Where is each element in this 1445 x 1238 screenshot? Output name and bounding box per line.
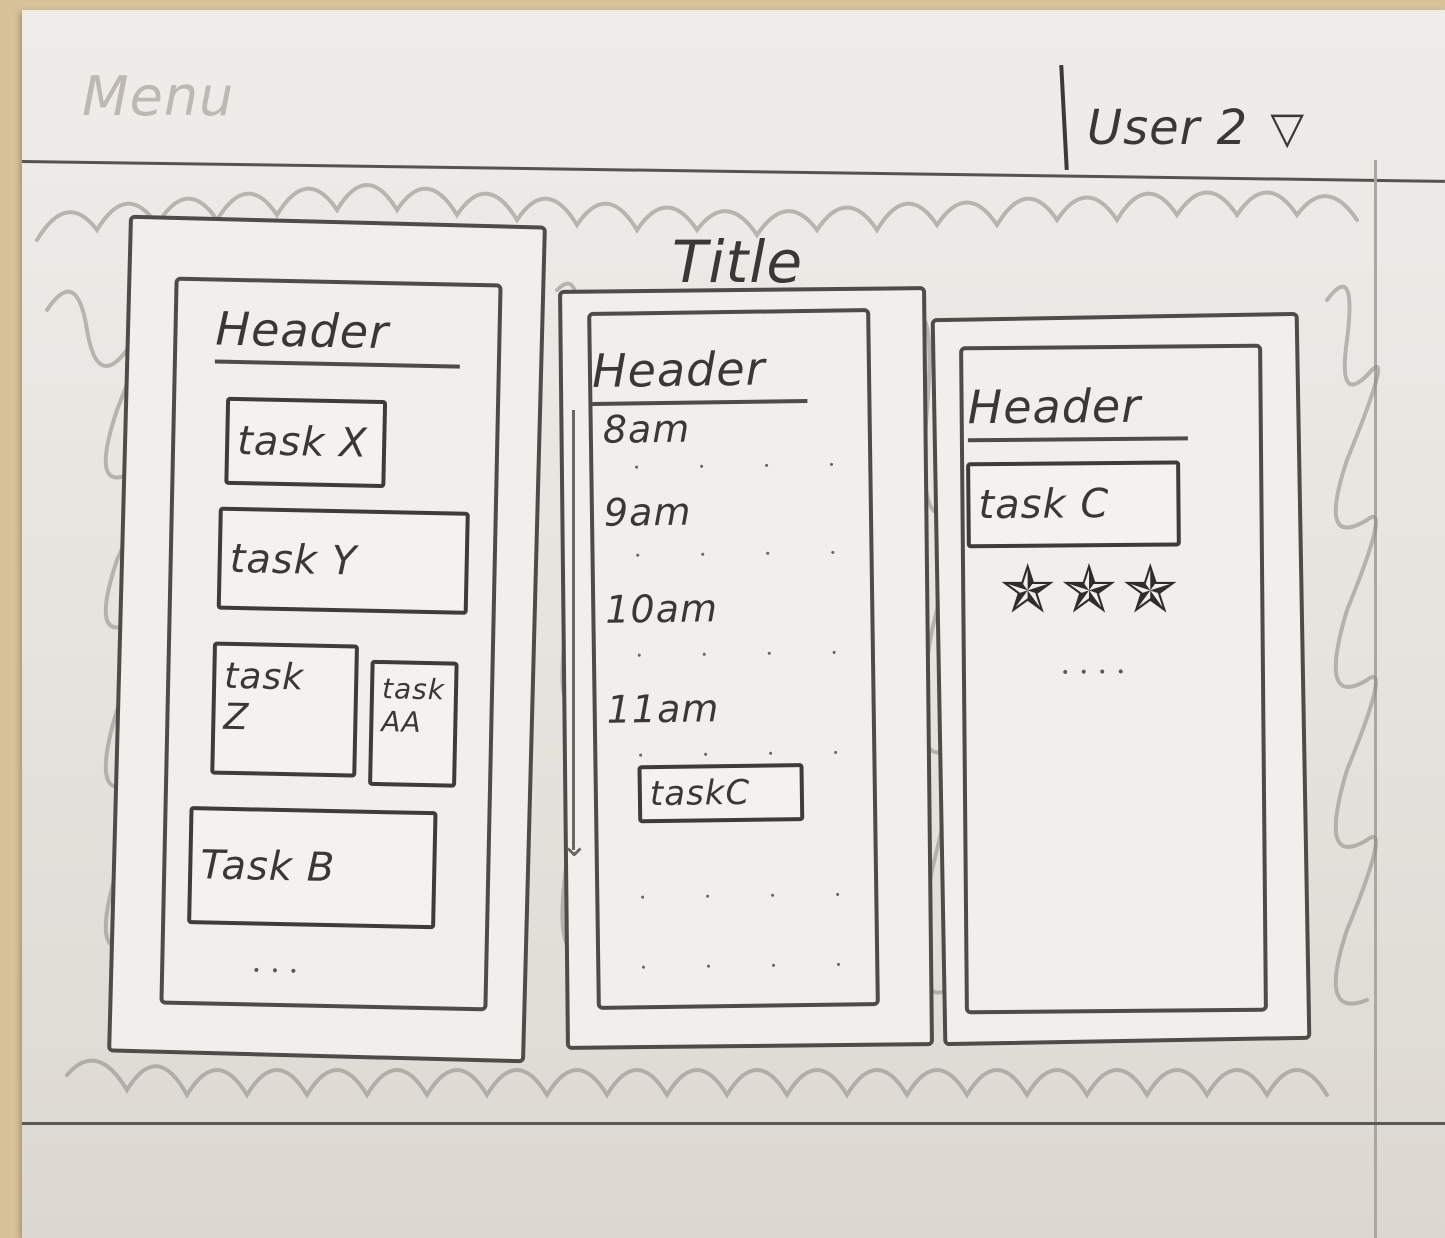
task-rating[interactable]: ✯ ✯ ✯ [1000,558,1178,624]
task-card-aa[interactable]: task AA [368,659,459,788]
task-card-z[interactable]: task Z [210,641,359,778]
hour-slot-divider: . . . . [639,942,868,975]
task-card-c[interactable]: task C [966,460,1181,549]
user-label: User 2 [1087,100,1249,156]
column-3: Header task C .... [959,343,1268,1015]
hour-slot-divider: . . . . [634,530,863,563]
footer-divider [22,1122,1445,1125]
hour-label-11am: 11am [606,686,720,732]
star-icon[interactable]: ✯ [1123,558,1178,624]
column-1: Header task X task Y task Z task AA Task… [159,276,503,1012]
scheduled-task-c[interactable]: taskC [637,763,805,824]
more-items-indicator: .... [1060,643,1136,682]
sketch-paper: Menu User 2 ▽ Header task X task Y task … [21,10,1445,1238]
hour-slot-divider: . . . . [633,442,861,475]
star-icon[interactable]: ✯ [1061,558,1116,624]
user-menu[interactable]: User 2 ▽ [1087,100,1305,156]
hour-slot-divider: . . . . [639,872,867,905]
user-divider [1059,64,1069,171]
more-tasks-indicator: ... [251,942,309,981]
scroll-indicator[interactable] [572,410,575,850]
chevron-down-icon[interactable]: ▽ [1270,103,1305,154]
hour-label-9am: 9am [603,489,692,535]
column-2: Header 8am . . . . 9am . . . . 10am . . … [587,308,880,1010]
task-card-b[interactable]: Task B [187,806,438,930]
board-title: Title [672,228,804,296]
arrow-down-icon: ⌄ [560,827,589,864]
column-header: Header [214,301,462,369]
menu-label[interactable]: Menu [82,65,234,128]
hour-label-10am: 10am [604,586,719,632]
star-icon[interactable]: ✯ [1000,558,1055,624]
hour-slot-divider: . . . . [637,730,865,763]
column-header: Header [967,378,1188,443]
task-card-y[interactable]: task Y [216,506,470,615]
column-header: Header [591,340,808,406]
task-card-x[interactable]: task X [224,396,388,489]
hour-slot-divider: . . . . [635,630,864,663]
